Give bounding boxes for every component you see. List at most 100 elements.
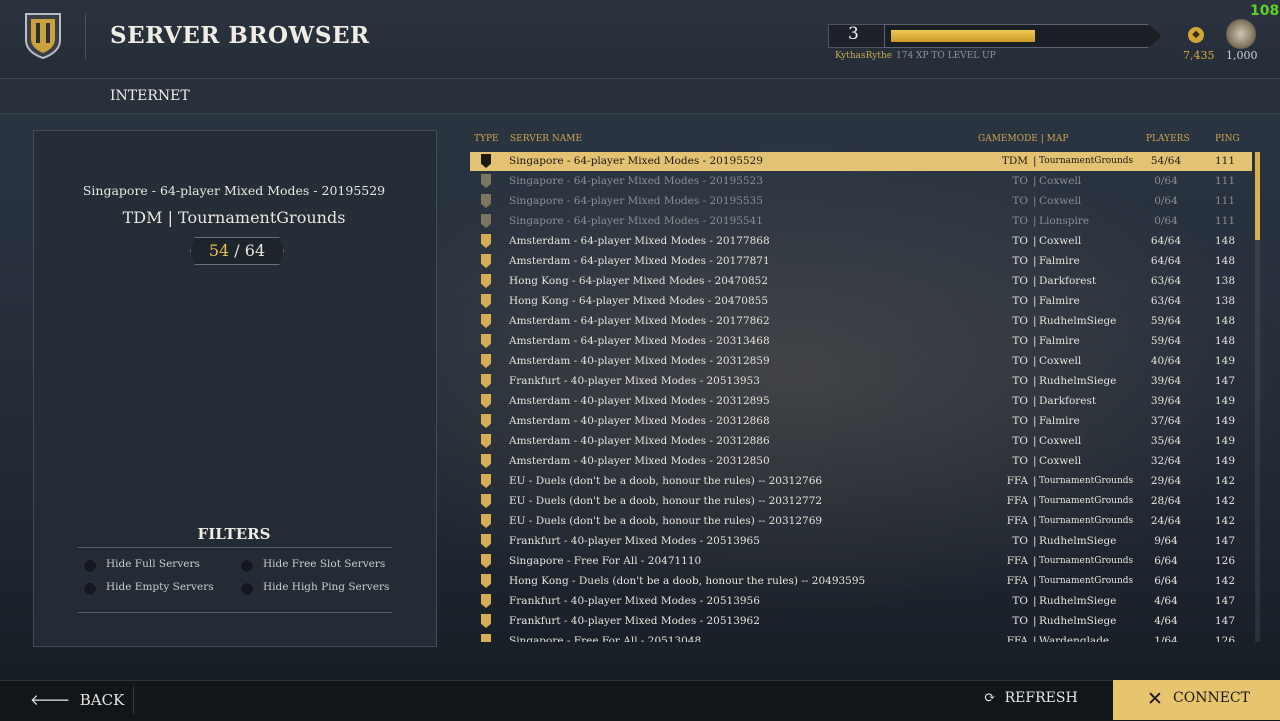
server-ping: 148 [1214,315,1236,327]
server-name: Amsterdam - 40-player Mixed Modes - 2031… [509,435,770,447]
gamemode-map-divider: | [1033,275,1037,287]
server-row[interactable]: Hong Kong - 64-player Mixed Modes - 2047… [470,292,1252,311]
filter-label-hide-high-ping: Hide High Ping Servers [263,581,390,593]
server-ping: 111 [1214,215,1236,227]
scrollbar-thumb[interactable] [1255,152,1260,240]
server-type-icon [481,474,491,488]
tab-internet[interactable]: INTERNET [110,88,190,104]
server-map: TournamentGrounds [1039,496,1134,506]
column-header-players[interactable]: PLAYERS [1146,134,1190,144]
server-row[interactable]: Amsterdam - 64-player Mixed Modes - 2017… [470,312,1252,331]
server-row[interactable]: Hong Kong - Duels (don't be a doob, hono… [470,572,1252,591]
server-row[interactable]: Singapore - Free For All - 20471110 FFA | T… [470,552,1252,571]
server-type-icon [481,454,491,468]
gamemode-map-divider: | [1033,315,1037,327]
connect-button[interactable]: ✕ CONNECT [1113,680,1280,720]
player-name: KythasRythe [835,51,893,61]
server-name: Singapore - 64-player Mixed Modes - 2019… [509,155,763,167]
back-label: BACK [79,691,125,709]
gold-coin-icon: ◆ [1188,27,1204,43]
server-map: Coxwell [1039,435,1082,447]
gamemode-map-divider: | [1033,495,1037,507]
server-name: EU - Duels (don't be a doob, honour the … [509,495,823,507]
server-map: RudhelmSiege [1039,595,1117,607]
filter-label-hide-full: Hide Full Servers [106,558,200,570]
server-players: 40/64 [1150,355,1182,367]
server-map: Coxwell [1039,355,1082,367]
server-gamemode: TO [1012,275,1028,287]
server-name: EU - Duels (don't be a doob, honour the … [509,475,823,487]
server-row[interactable]: Frankfurt - 40-player Mixed Modes - 2051… [470,612,1252,631]
server-gamemode: TO [1012,415,1028,427]
server-row[interactable]: Singapore - 64-player Mixed Modes - 2019… [470,212,1252,231]
player-level: 3 [848,24,859,44]
server-row[interactable]: Frankfurt - 40-player Mixed Modes - 2051… [470,372,1252,391]
server-ping: 149 [1214,395,1236,407]
server-ping: 142 [1214,575,1236,587]
selected-players-separator: / [229,241,245,260]
server-ping: 138 [1214,295,1236,307]
server-type-icon [481,194,491,208]
gamemode-map-divider: | [1033,335,1037,347]
gamemode-map-divider: | [1033,155,1037,167]
server-row[interactable]: Amsterdam - 64-player Mixed Modes - 2017… [470,232,1252,251]
server-row[interactable]: Amsterdam - 40-player Mixed Modes - 2031… [470,392,1252,411]
server-map: TournamentGrounds [1039,156,1134,166]
filters-divider-top [78,547,392,548]
server-ping: 149 [1214,355,1236,367]
server-row[interactable]: Singapore - 64-player Mixed Modes - 2019… [470,152,1252,171]
filters-divider-bottom [78,612,392,613]
gamemode-map-divider: | [1033,475,1037,487]
xp-to-level-text: 174 XP TO LEVEL UP [896,51,996,61]
column-header-ping[interactable]: PING [1215,134,1240,144]
server-type-icon [481,394,491,408]
server-row[interactable]: Amsterdam - 40-player Mixed Modes - 2031… [470,352,1252,371]
server-players: 35/64 [1150,435,1182,447]
server-players: 0/64 [1154,215,1178,227]
server-row[interactable]: Frankfurt - 40-player Mixed Modes - 2051… [470,532,1252,551]
server-players: 39/64 [1150,375,1182,387]
server-row[interactable]: Singapore - 64-player Mixed Modes - 2019… [470,172,1252,191]
server-type-icon [481,294,491,308]
server-row[interactable]: Frankfurt - 40-player Mixed Modes - 2051… [470,592,1252,611]
server-map: RudhelmSiege [1039,615,1117,627]
server-ping: 147 [1214,375,1236,387]
crossed-swords-icon: ✕ [1147,688,1163,710]
column-header-gamemode-map[interactable]: GAMEMODE | MAP [978,134,1068,144]
server-name: Frankfurt - 40-player Mixed Modes - 2051… [509,595,760,607]
hide-high-ping-servers-toggle[interactable] [240,582,254,596]
server-row[interactable]: Amsterdam - 40-player Mixed Modes - 2031… [470,412,1252,431]
column-header-server-name[interactable]: SERVER NAME [510,134,582,144]
server-type-icon [481,374,491,388]
server-row[interactable]: EU - Duels (don't be a doob, honour the … [470,492,1252,511]
filter-label-hide-empty: Hide Empty Servers [106,581,214,593]
server-row[interactable]: Singapore - 64-player Mixed Modes - 2019… [470,192,1252,211]
server-row[interactable]: Singapore - Free For All - 20513048 FFA | W… [470,632,1252,642]
server-players: 37/64 [1150,415,1182,427]
server-ping: 111 [1214,155,1236,167]
server-row[interactable]: Amsterdam - 64-player Mixed Modes - 2017… [470,252,1252,271]
server-row[interactable]: Hong Kong - 64-player Mixed Modes - 2047… [470,272,1252,291]
column-header-type[interactable]: TYPE [474,134,499,144]
server-ping: 148 [1214,255,1236,267]
server-row[interactable]: Amsterdam - 40-player Mixed Modes - 2031… [470,452,1252,471]
hide-free-slot-servers-toggle[interactable] [240,559,254,573]
server-ping: 147 [1214,595,1236,607]
server-ping: 126 [1214,555,1236,567]
server-name: Amsterdam - 64-player Mixed Modes - 2031… [509,335,770,347]
server-ping: 149 [1214,415,1236,427]
server-name: Amsterdam - 40-player Mixed Modes - 2031… [509,415,770,427]
refresh-button[interactable]: ⟳ REFRESH [984,690,1078,706]
back-button[interactable]: 🡐 BACK [30,690,124,709]
hide-empty-servers-toggle[interactable] [83,582,97,596]
server-row[interactable]: EU - Duels (don't be a doob, honour the … [470,512,1252,531]
server-row[interactable]: Amsterdam - 64-player Mixed Modes - 2031… [470,332,1252,351]
server-row[interactable]: Amsterdam - 40-player Mixed Modes - 2031… [470,432,1252,451]
hide-full-servers-toggle[interactable] [83,559,97,573]
server-ping: 111 [1214,195,1236,207]
server-ping: 147 [1214,535,1236,547]
server-row[interactable]: EU - Duels (don't be a doob, honour the … [470,472,1252,491]
server-name: Amsterdam - 64-player Mixed Modes - 2017… [509,255,770,267]
server-players: 1/64 [1154,635,1178,642]
gamemode-map-divider: | [1033,235,1037,247]
